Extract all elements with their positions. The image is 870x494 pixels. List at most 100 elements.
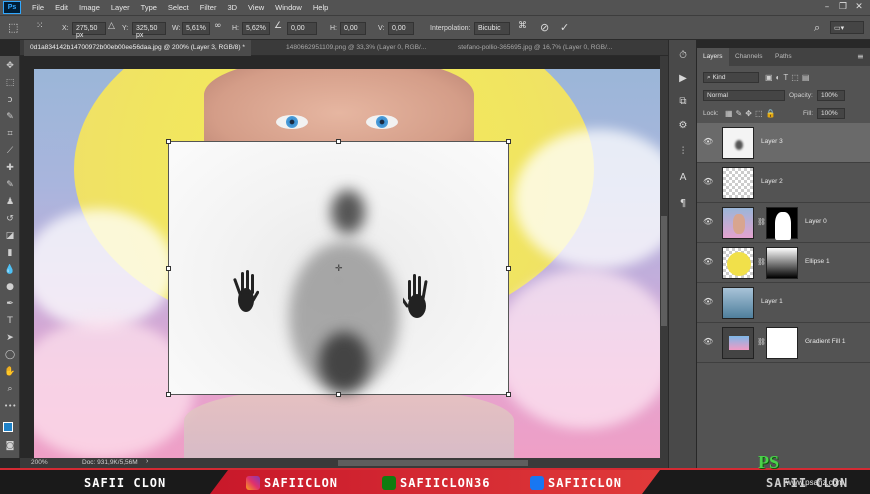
history-brush-tool-icon[interactable]: ↺ (4, 213, 16, 225)
document-canvas[interactable]: ✛ (34, 69, 660, 458)
mask-link-icon[interactable]: ⛓ (757, 218, 766, 226)
transform-handle-top-left[interactable] (166, 139, 171, 144)
type-tool-icon[interactable]: T (4, 315, 16, 327)
visibility-eye-icon[interactable]: 👁 (703, 297, 713, 307)
layer-row-layer-0[interactable]: 👁 ⛓ Layer 0 (697, 203, 870, 243)
crop-tool-icon[interactable]: ⌗ (4, 128, 16, 140)
layer-comps-icon[interactable]: ⧉ (677, 96, 689, 108)
actions-panel-icon[interactable]: ▶ (677, 73, 689, 85)
layer-name[interactable]: Gradient Fill 1 (805, 338, 845, 345)
filter-kind-select[interactable]: ⌕ Kind (703, 72, 759, 83)
vertical-scroll-thumb[interactable] (661, 216, 667, 326)
blend-mode-select[interactable]: Normal (703, 90, 785, 101)
ellipse-tool-icon[interactable]: ◯ (4, 349, 16, 361)
width-field[interactable]: 5,61% (182, 22, 210, 35)
path-selection-tool-icon[interactable]: ➤ (4, 332, 16, 344)
paragraph-panel-icon[interactable]: ¶ (677, 198, 689, 210)
adjustments-panel-icon[interactable]: ⫶ (677, 146, 689, 158)
visibility-eye-icon[interactable]: 👁 (703, 337, 713, 347)
transform-handle-right[interactable] (506, 266, 511, 271)
layer-row-layer-1[interactable]: 👁 Layer 1 (697, 283, 870, 323)
height-field[interactable]: 5,62% (242, 22, 270, 35)
transform-handle-bottom-right[interactable] (506, 392, 511, 397)
gradient-tool-icon[interactable]: ▮ (4, 247, 16, 259)
menu-3d[interactable]: 3D (227, 3, 237, 12)
brush-tool-icon[interactable]: ✎ (4, 179, 16, 191)
layer-name[interactable]: Layer 2 (761, 178, 783, 185)
menu-help[interactable]: Help (313, 3, 328, 12)
layer-mask-thumbnail[interactable] (766, 247, 798, 279)
cancel-transform-icon[interactable]: ⊘ (540, 21, 549, 34)
interpolation-select[interactable]: Bicubic (474, 22, 510, 35)
quick-select-tool-icon[interactable]: ✎ (4, 111, 16, 123)
layer-row-layer-2[interactable]: 👁 Layer 2 (697, 163, 870, 203)
mask-link-icon[interactable]: ⛓ (757, 258, 766, 266)
dodge-tool-icon[interactable]: ● (4, 281, 16, 293)
link-icon[interactable]: ∞ (214, 21, 222, 31)
move-tool-icon[interactable]: ✥ (4, 60, 16, 72)
visibility-eye-icon[interactable]: 👁 (703, 137, 713, 147)
marquee-tool-icon[interactable]: ⬚ (4, 77, 16, 89)
tab-paths[interactable]: Paths (769, 48, 798, 66)
layer-name[interactable]: Ellipse 1 (805, 258, 830, 265)
horizontal-scroll-thumb[interactable] (338, 460, 528, 466)
layer-mask-thumbnail[interactable] (766, 207, 798, 240)
menu-window[interactable]: Window (275, 3, 302, 12)
zoom-level[interactable]: 200% (31, 459, 48, 466)
eyedropper-tool-icon[interactable]: ⟋ (4, 145, 16, 157)
horizontal-skew-field[interactable]: 0,00 (340, 22, 366, 35)
tab-document-2[interactable]: 1480662951109.png @ 33,3% (Layer 0, RGB/… (280, 40, 432, 56)
transform-handle-bottom-left[interactable] (166, 392, 171, 397)
placed-image-layer-3[interactable]: ✛ (166, 139, 511, 397)
menu-filter[interactable]: Filter (200, 3, 217, 12)
transform-handle-bottom[interactable] (336, 392, 341, 397)
menu-file[interactable]: File (32, 3, 44, 12)
workspace-switcher[interactable]: ▭▾ (830, 21, 864, 34)
layer-filter-icons[interactable]: ▣◐T⬚▤ (765, 73, 812, 82)
commit-transform-icon[interactable]: ✓ (560, 21, 569, 34)
menu-view[interactable]: View (248, 3, 264, 12)
properties-panel-icon[interactable]: ⚙ (677, 120, 689, 132)
search-icon[interactable]: ⌕ (814, 21, 820, 35)
delta-icon[interactable]: △ (108, 21, 115, 31)
healing-brush-tool-icon[interactable]: ✚ (4, 162, 16, 174)
more-tools-icon[interactable]: ••• (4, 400, 16, 412)
visibility-eye-icon[interactable]: 👁 (703, 217, 713, 227)
rotate-angle-field[interactable]: 0,00 (287, 22, 317, 35)
lasso-tool-icon[interactable]: ↄ (4, 94, 16, 106)
tab-document-1[interactable]: 0d1a834142b14700972b00eb00ee56daa.jpg @ … (24, 40, 251, 56)
zoom-tool-icon[interactable]: ⌕ (4, 383, 16, 395)
blur-tool-icon[interactable]: 💧 (4, 264, 16, 276)
opacity-field[interactable]: 100% (817, 90, 845, 101)
transform-handle-left[interactable] (166, 266, 171, 271)
tab-document-3[interactable]: stefano-pollio-365695.jpg @ 16,7% (Layer… (452, 40, 618, 56)
menu-image[interactable]: Image (79, 3, 100, 12)
minimize-icon[interactable]: – (820, 1, 834, 13)
visibility-eye-icon[interactable]: 👁 (703, 257, 713, 267)
foreground-color-swatch[interactable] (3, 422, 13, 432)
close-icon[interactable]: ✕ (852, 1, 866, 13)
menu-layer[interactable]: Layer (111, 3, 130, 12)
layer-name[interactable]: Layer 0 (805, 218, 827, 225)
layer-row-gradient-fill-1[interactable]: 👁 ⛓ Gradient Fill 1 (697, 323, 870, 363)
vertical-skew-field[interactable]: 0,00 (388, 22, 414, 35)
panel-menu-icon[interactable]: ≡ (857, 52, 864, 61)
vertical-scrollbar[interactable] (660, 56, 668, 458)
tab-channels[interactable]: Channels (729, 48, 768, 66)
x-field[interactable]: 275,50 px (72, 22, 106, 39)
character-panel-icon[interactable]: A (677, 172, 689, 184)
layer-name[interactable]: Layer 1 (761, 298, 783, 305)
transform-handle-top[interactable] (336, 139, 341, 144)
eraser-tool-icon[interactable]: ◪ (4, 230, 16, 242)
menu-type[interactable]: Type (141, 3, 157, 12)
history-panel-icon[interactable]: ⏱ (677, 50, 689, 62)
visibility-eye-icon[interactable]: 👁 (703, 177, 713, 187)
pen-tool-icon[interactable]: ✒ (4, 298, 16, 310)
y-field[interactable]: 325,50 px (132, 22, 166, 39)
menu-edit[interactable]: Edit (55, 3, 68, 12)
status-menu-chevron-icon[interactable]: › (146, 458, 148, 465)
layer-mask-thumbnail[interactable] (766, 327, 798, 359)
clone-stamp-tool-icon[interactable]: ♟ (4, 196, 16, 208)
fill-field[interactable]: 100% (817, 108, 845, 119)
layer-name[interactable]: Layer 3 (761, 138, 783, 145)
